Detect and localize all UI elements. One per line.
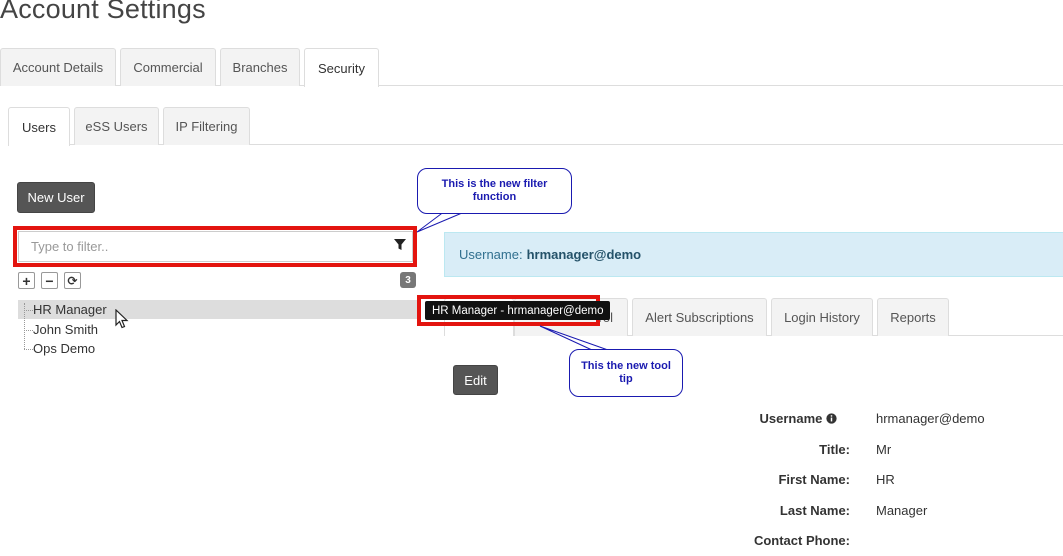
filter-callout: This is the new filter function [417, 168, 572, 214]
tooltip-callout: This the new tool tip [569, 349, 683, 397]
callout-pointers [416, 210, 609, 351]
